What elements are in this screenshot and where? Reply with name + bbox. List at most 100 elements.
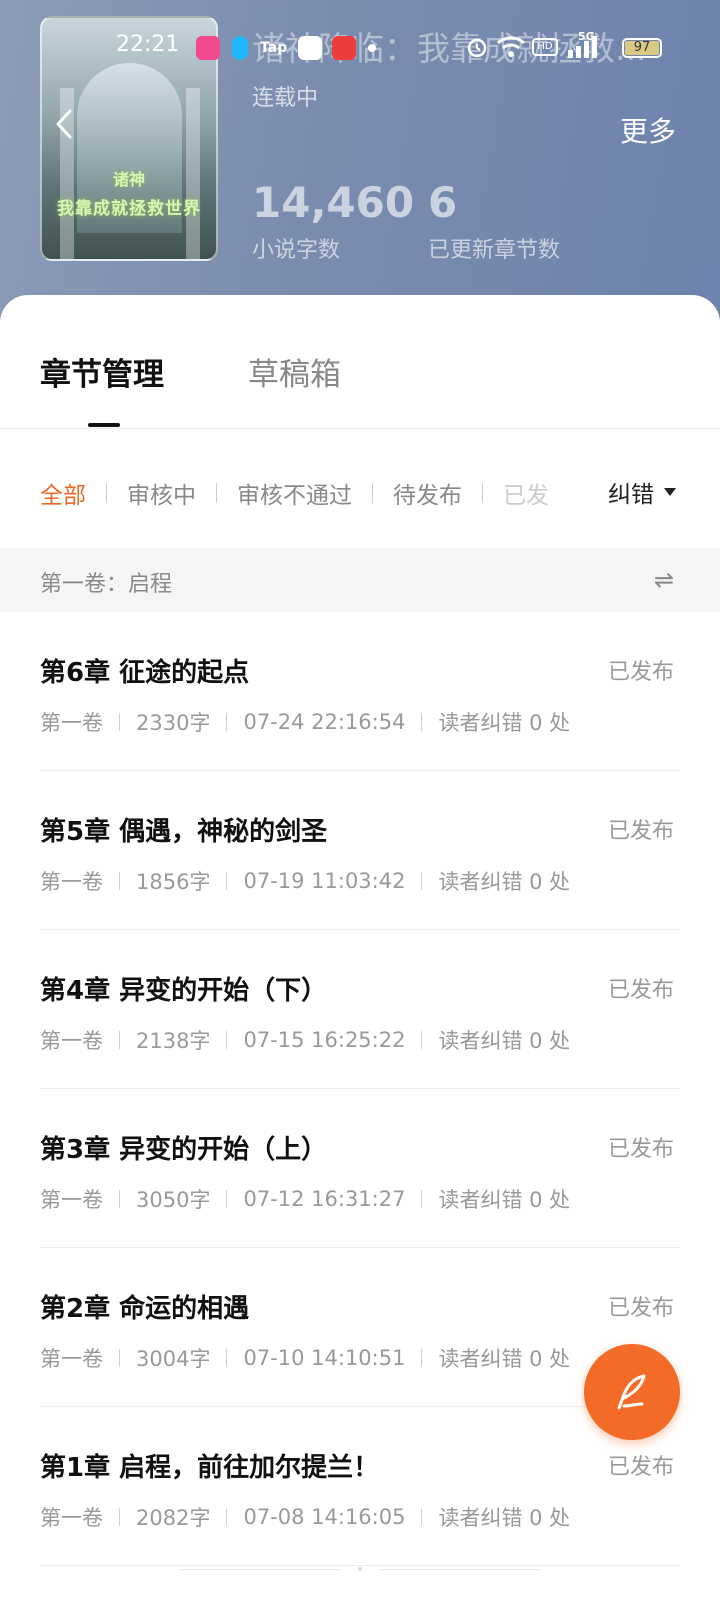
word-count-value: 14,460	[252, 178, 415, 227]
chat-notification-icon	[232, 36, 248, 60]
meta-separator	[421, 872, 423, 890]
app-notification-icon	[196, 36, 220, 60]
filter-rejected[interactable]: 审核不通过	[237, 476, 352, 510]
chapter-meta: 第一卷 2138字 07-15 16:25:22 读者纠错 0 处	[40, 1025, 570, 1055]
chapter-meta: 第一卷 3004字 07-10 14:10:51 读者纠错 0 处	[40, 1343, 570, 1373]
book-header: 诸神 我靠成就拯救世界 诸神降临：我靠成就拯救... 连载中 22:21 Tap…	[0, 0, 720, 320]
status-filter-bar: 全部 审核中 审核不通过 待发布 已发	[40, 473, 549, 513]
chapter-title: 第5章 偶遇，神秘的剑圣	[40, 817, 328, 847]
cover-title-line1: 诸神	[112, 170, 145, 189]
chapter-meta: 第一卷 1856字 07-19 11:03:42 读者纠错 0 处	[40, 866, 570, 896]
chapter-timestamp: 07-24 22:16:54	[243, 710, 406, 734]
chapter-word-count: 1856字	[136, 870, 211, 894]
chapter-count-label: 已更新章节数	[428, 238, 561, 263]
filter-separator	[372, 483, 373, 503]
chapter-status: 已发布	[608, 819, 675, 844]
chapter-row[interactable]: 第4章 异变的开始（下） 已发布 第一卷 2138字 07-15 16:25:22 读者纠…	[0, 930, 720, 1089]
chapter-word-count: 3004字	[136, 1347, 211, 1371]
music-notification-icon	[332, 36, 356, 60]
filter-separator	[482, 483, 483, 503]
chapter-meta: 第一卷 3050字 07-12 16:31:27 读者纠错 0 处	[40, 1184, 570, 1214]
chapter-corrections: 读者纠错 0 处	[438, 1506, 571, 1530]
chapter-volume: 第一卷	[40, 1347, 103, 1371]
meta-separator	[119, 1031, 120, 1049]
gallery-notification-icon	[298, 36, 322, 60]
volume-header[interactable]: 第一卷：启程 ⇌	[0, 548, 720, 612]
meta-separator	[119, 713, 120, 731]
chapter-word-count: 3050字	[136, 1188, 211, 1212]
filter-separator	[216, 483, 217, 503]
more-notifications-dot-icon	[368, 44, 376, 52]
chapter-corrections: 读者纠错 0 处	[438, 1029, 571, 1053]
chapter-corrections: 读者纠错 0 处	[438, 1188, 571, 1212]
chapter-corrections: 读者纠错 0 处	[438, 1347, 571, 1371]
meta-separator	[421, 1190, 423, 1208]
filter-reviewing[interactable]: 审核中	[127, 476, 196, 510]
chapter-row[interactable]: 第6章 征途的起点 已发布 第一卷 2330字 07-24 22:16:54 读者纠错 0…	[0, 612, 720, 771]
quill-pen-icon	[617, 1374, 646, 1410]
meta-separator	[226, 713, 228, 731]
tab-drafts[interactable]: 草稿箱	[248, 349, 341, 394]
alarm-icon	[467, 38, 487, 58]
chapter-timestamp: 07-10 14:10:51	[243, 1346, 406, 1370]
chapter-row[interactable]: 第3章 异变的开始（上） 已发布 第一卷 3050字 07-12 16:31:27 读者纠…	[0, 1089, 720, 1248]
chapter-corrections: 读者纠错 0 处	[438, 870, 571, 894]
bottom-line	[380, 1568, 540, 1570]
meta-separator	[226, 1031, 228, 1049]
filter-all[interactable]: 全部	[40, 476, 86, 510]
row-divider	[40, 1565, 680, 1566]
cover-title-line2: 我靠成就拯救世界	[57, 199, 201, 219]
tab-active-indicator	[88, 423, 120, 427]
chapter-row[interactable]: 第5章 偶遇，神秘的剑圣 已发布第一卷 1856字 07-19 11:03:42 读者纠…	[0, 771, 720, 930]
meta-separator	[226, 1508, 228, 1526]
filter-pending[interactable]: 待发布	[393, 476, 462, 510]
write-chapter-button[interactable]	[584, 1344, 680, 1440]
chapter-word-count: 2082字	[136, 1506, 211, 1530]
wifi-icon	[496, 36, 526, 57]
correction-dropdown[interactable]: 纠错	[608, 475, 676, 509]
chapter-status: 已发布	[608, 1455, 675, 1480]
chapter-title: 第1章 启程，前往加尔提兰！	[40, 1453, 380, 1483]
chapter-status: 已发布	[608, 660, 675, 685]
filter-separator	[106, 483, 107, 503]
bottom-dot	[358, 1567, 362, 1571]
chapter-timestamp: 07-12 16:31:27	[243, 1187, 406, 1211]
chapter-status: 已发布	[608, 1137, 675, 1162]
chapter-timestamp: 07-19 11:03:42	[243, 869, 406, 893]
tab-divider	[0, 428, 720, 429]
word-count-label: 小说字数	[252, 238, 341, 263]
bottom-decoration	[180, 1567, 540, 1571]
chapter-volume: 第一卷	[40, 1188, 103, 1212]
status-bar: 22:21 Tap HD 5G 97	[0, 0, 720, 96]
meta-separator	[119, 1349, 120, 1367]
clock: 22:21	[116, 32, 180, 57]
volume-title: 第一卷：启程	[40, 572, 173, 597]
chapter-volume: 第一卷	[40, 711, 103, 735]
tab-chapter-management[interactable]: 章节管理	[40, 349, 164, 394]
meta-separator	[119, 872, 120, 890]
meta-separator	[119, 1508, 120, 1526]
battery-level: 97	[633, 40, 651, 55]
chapter-meta: 第一卷 2330字 07-24 22:16:54 读者纠错 0 处	[40, 707, 570, 737]
chapter-volume: 第一卷	[40, 1506, 103, 1530]
chapter-count-value: 6	[428, 178, 458, 227]
hd-icon: HD	[532, 38, 558, 56]
chapter-timestamp: 07-15 16:25:22	[243, 1028, 406, 1052]
chapter-title: 第4章 异变的开始（下）	[40, 976, 328, 1006]
meta-separator	[421, 1508, 423, 1526]
more-button[interactable]: 更多	[620, 110, 676, 150]
caret-down-icon	[664, 488, 676, 496]
chapter-corrections: 读者纠错 0 处	[438, 711, 571, 735]
signal-icon	[568, 36, 597, 58]
back-button[interactable]	[44, 104, 84, 144]
chapter-status: 已发布	[608, 1296, 675, 1321]
meta-separator	[226, 1349, 228, 1367]
swap-arrows-icon[interactable]: ⇌	[654, 566, 674, 594]
chapter-status: 已发布	[608, 978, 675, 1003]
meta-separator	[226, 872, 228, 890]
chapter-word-count: 2330字	[136, 711, 211, 735]
filter-published[interactable]: 已发	[503, 476, 549, 510]
bottom-line	[180, 1568, 340, 1570]
meta-separator	[421, 1031, 423, 1049]
chapter-volume: 第一卷	[40, 870, 103, 894]
